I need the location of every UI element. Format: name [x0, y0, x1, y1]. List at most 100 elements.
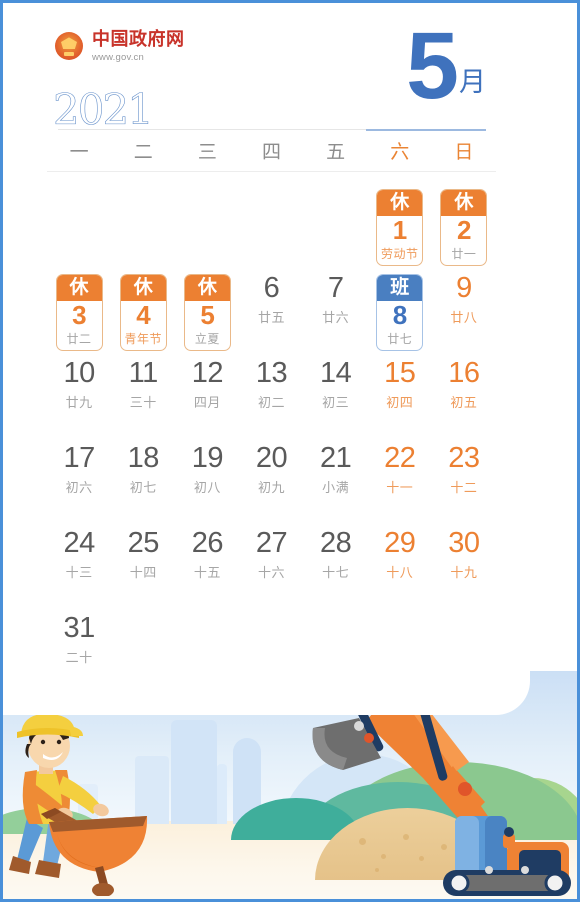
rest-day-badge[interactable]: 休 4 青年节 — [119, 274, 167, 351]
day-number: 16 — [448, 357, 480, 389]
day-number: 10 — [63, 357, 95, 389]
day-cell-13[interactable]: 13 初二 — [239, 351, 303, 436]
day-cell-12[interactable]: 12 四月 — [175, 351, 239, 436]
day-cell-21[interactable]: 21 小满 — [304, 436, 368, 521]
day-number: 1 — [392, 215, 407, 245]
day-cell-11[interactable]: 11 三十 — [111, 351, 175, 436]
day-cell-7[interactable]: 7 廿六 — [304, 266, 368, 351]
day-cell-9[interactable]: 9 廿八 — [432, 266, 496, 351]
badge-body: 5 立夏 — [185, 300, 230, 350]
lunar-label: 十二 — [450, 479, 478, 495]
weekday-4: 四 — [261, 141, 281, 163]
lunar-label: 劳动节 — [381, 246, 419, 261]
day-cell-16[interactable]: 16 初五 — [432, 351, 496, 436]
badge-label: 休 — [56, 275, 102, 301]
badge-body: 4 青年节 — [121, 301, 166, 350]
day-number: 9 — [456, 272, 472, 304]
day-cell-30[interactable]: 30 十九 — [432, 521, 496, 606]
day-cell-empty — [239, 606, 303, 691]
day-cell-empty — [175, 606, 239, 691]
day-cell-29[interactable]: 29 十八 — [368, 521, 432, 606]
day-number: 6 — [263, 272, 280, 304]
skyline-building — [171, 720, 217, 824]
day-cell-14[interactable]: 14 初三 — [304, 351, 368, 436]
lunar-label: 初三 — [322, 394, 350, 410]
day-number: 25 — [127, 527, 160, 559]
lunar-label: 廿二 — [66, 331, 92, 346]
day-cell-4[interactable]: 休 4 青年节 — [111, 266, 175, 351]
day-cell-26[interactable]: 26 十五 — [175, 521, 239, 606]
wheelbarrow-icon — [41, 808, 148, 896]
weekday-6: 六 — [390, 141, 410, 163]
lunar-label: 十五 — [193, 564, 221, 580]
day-cell-empty — [368, 606, 432, 691]
day-number: 8 — [392, 300, 407, 330]
month-suffix: 月 — [459, 67, 486, 99]
badge-label: 休 — [377, 190, 423, 216]
day-cell-25[interactable]: 25 十四 — [111, 521, 175, 606]
lunar-label: 初五 — [450, 394, 478, 410]
day-number: 22 — [384, 442, 416, 474]
day-cell-empty — [111, 181, 175, 266]
lunar-label: 十七 — [322, 564, 350, 580]
lunar-label: 廿六 — [322, 309, 350, 325]
day-number: 26 — [191, 527, 224, 559]
day-cell-19[interactable]: 19 初八 — [175, 436, 239, 521]
badge-body: 3 廿二 — [57, 300, 102, 350]
national-emblem-icon — [55, 32, 83, 61]
day-cell-10[interactable]: 10 廿九 — [47, 351, 111, 436]
badge-label: 休 — [120, 275, 166, 301]
site-url: www.gov.cn — [92, 51, 144, 63]
badge-body: 1 劳动节 — [377, 215, 422, 265]
lunar-label: 初四 — [386, 394, 414, 410]
site-title: 中国政府网 — [92, 29, 185, 49]
day-cell-20[interactable]: 20 初九 — [239, 436, 303, 521]
site-logo[interactable]: 中国政府网 www.gov.cn — [55, 29, 185, 63]
day-cell-15[interactable]: 15 初四 — [368, 351, 432, 436]
rest-day-badge[interactable]: 休 5 立夏 — [183, 274, 231, 351]
day-cell-18[interactable]: 18 初七 — [111, 436, 175, 521]
day-cell-17[interactable]: 17 初六 — [47, 436, 111, 521]
lunar-label: 三十 — [129, 394, 157, 410]
day-cell-empty — [304, 181, 368, 266]
day-cell-3[interactable]: 休 3 廿二 — [47, 266, 111, 351]
rest-day-badge[interactable]: 休 1 劳动节 — [376, 189, 424, 266]
day-number: 11 — [128, 357, 159, 389]
day-cell-2[interactable]: 休 2 廿一 — [432, 181, 496, 266]
day-number: 20 — [255, 442, 288, 474]
day-number: 14 — [320, 357, 352, 389]
lunar-label: 十八 — [386, 564, 414, 580]
day-number: 3 — [72, 300, 87, 330]
day-cell-6[interactable]: 6 廿五 — [239, 266, 303, 351]
day-cell-empty — [239, 181, 303, 266]
day-cell-5[interactable]: 休 5 立夏 — [175, 266, 239, 351]
day-cell-8[interactable]: 班 8 廿七 — [368, 266, 432, 351]
day-number: 23 — [448, 442, 480, 474]
rest-day-badge[interactable]: 休 2 廿一 — [440, 189, 488, 266]
weekday-3: 三 — [197, 141, 217, 163]
day-cell-24[interactable]: 24 十三 — [47, 521, 111, 606]
day-cell-empty — [47, 181, 111, 266]
lunar-label: 廿七 — [387, 331, 413, 346]
day-cell-28[interactable]: 28 十七 — [304, 521, 368, 606]
lunar-label: 初六 — [65, 479, 93, 495]
work-day-badge[interactable]: 班 8 廿七 — [376, 274, 424, 351]
day-cell-1[interactable]: 休 1 劳动节 — [368, 181, 432, 266]
day-number: 18 — [127, 442, 160, 474]
day-cell-31[interactable]: 31 二十 — [47, 606, 111, 691]
lunar-label: 初二 — [257, 394, 285, 410]
day-number: 27 — [255, 527, 288, 559]
lunar-label: 十九 — [450, 564, 478, 580]
day-cell-23[interactable]: 23 十二 — [432, 436, 496, 521]
month-heading: 5 月 — [406, 18, 486, 113]
day-cell-22[interactable]: 22 十一 — [368, 436, 432, 521]
lunar-label: 立夏 — [194, 331, 220, 346]
lunar-label: 十三 — [65, 564, 93, 580]
weekday-7: 日 — [454, 141, 474, 163]
rest-day-badge[interactable]: 休 3 廿二 — [55, 274, 103, 351]
calendar-card: 中国政府网 www.gov.cn 2021 5 月 一二三四五六日 休 1 劳动节休… — [3, 3, 530, 715]
day-number: 5 — [200, 300, 215, 330]
day-number: 31 — [63, 612, 95, 644]
day-cell-27[interactable]: 27 十六 — [239, 521, 303, 606]
badge-body: 2 廿一 — [441, 216, 486, 265]
